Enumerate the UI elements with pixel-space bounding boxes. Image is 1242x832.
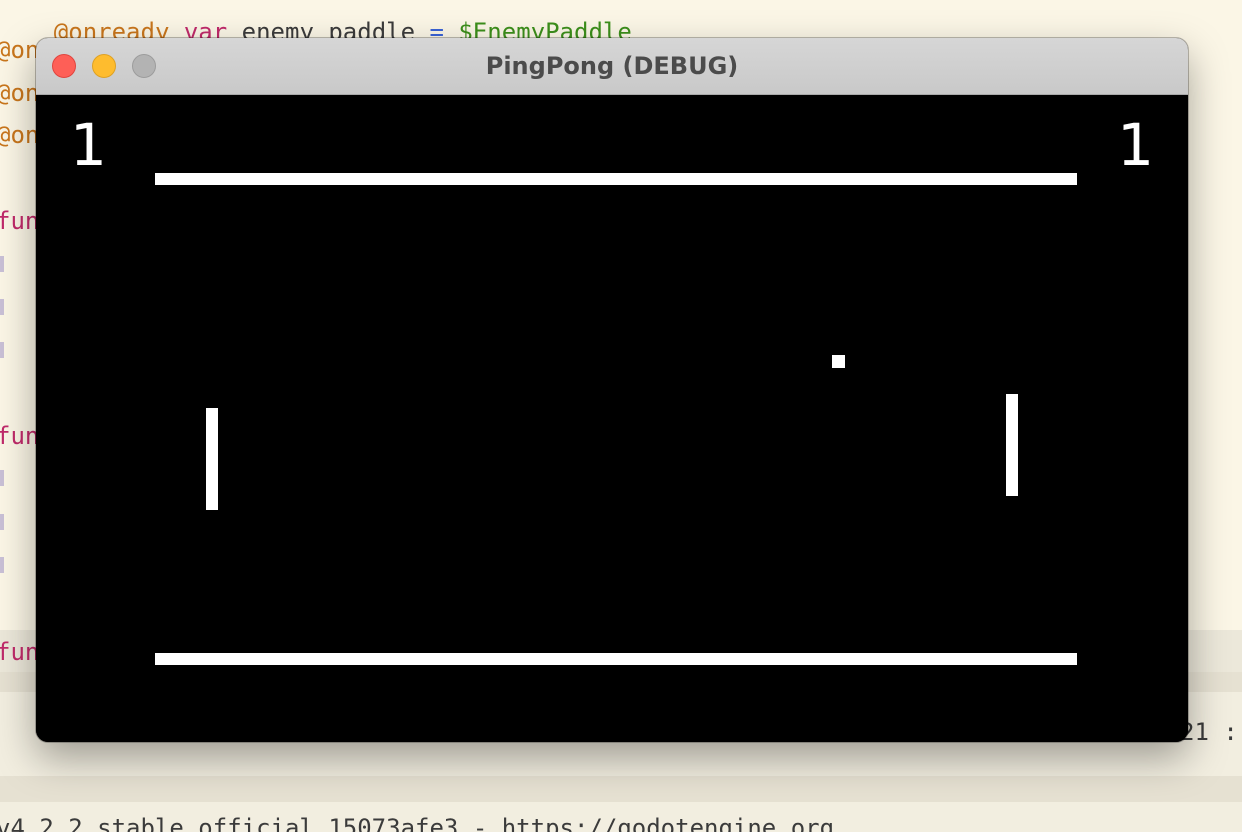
player-paddle	[206, 408, 218, 510]
title-bar[interactable]: PingPong (DEBUG)	[36, 38, 1188, 95]
code-line[interactable]: fun	[0, 640, 39, 664]
top-wall	[155, 173, 1077, 185]
code-line[interactable]: @on	[0, 38, 39, 62]
indent-marker	[0, 256, 4, 272]
window-title: PingPong (DEBUG)	[485, 52, 739, 80]
indent-marker	[0, 470, 4, 486]
indent-marker	[0, 342, 4, 358]
indent-marker	[0, 514, 4, 530]
enemy-paddle	[1006, 394, 1018, 496]
indent-marker	[0, 557, 4, 573]
output-divider	[0, 776, 1242, 802]
code-line[interactable]: @on	[0, 123, 39, 147]
cursor-position: 21 :	[1180, 718, 1238, 746]
code-line[interactable]: fun	[0, 424, 39, 448]
ball	[832, 355, 845, 368]
enemy-score: 1	[1117, 111, 1154, 179]
engine-version-text: v4.2.2.stable.official.15073afe3 - https…	[0, 814, 835, 832]
game-window[interactable]: PingPong (DEBUG) 1 1	[36, 38, 1188, 742]
bottom-wall	[155, 653, 1077, 665]
code-line[interactable]: @on	[0, 81, 39, 105]
player-score: 1	[70, 111, 107, 179]
indent-marker	[0, 299, 4, 315]
code-line[interactable]: fun	[0, 209, 39, 233]
game-viewport[interactable]: 1 1	[36, 95, 1188, 742]
